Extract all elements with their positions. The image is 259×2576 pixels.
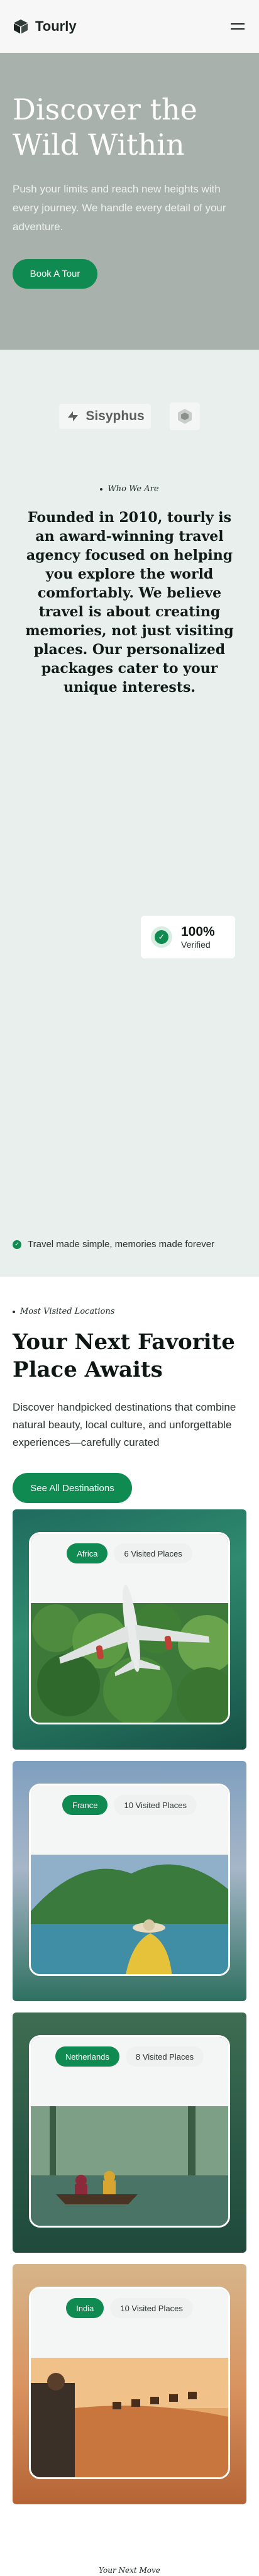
destinations-eyebrow: Most Visited Locations (13, 1307, 114, 1316)
partner-sisyphus: Sisyphus (59, 404, 151, 429)
destinations-section: Most Visited Locations Your Next Favorit… (0, 1277, 259, 2576)
verified-label: Verified (181, 940, 211, 950)
brand-logo[interactable]: Tourly (13, 18, 77, 35)
tagline-text: Travel made simple, memories made foreve… (28, 1239, 215, 1250)
about-tagline: ✓ Travel made simple, memories made fore… (13, 1239, 214, 1250)
bullet-dot (13, 1310, 15, 1313)
card-tags: Netherlands 8 Visited Places (13, 2046, 246, 2067)
hamburger-menu-icon[interactable] (229, 20, 246, 33)
destination-card-india[interactable]: India 10 Visited Places (13, 2264, 246, 2504)
eyebrow-label: Who We Are (107, 484, 159, 494)
visited-places-pill: 6 Visited Places (114, 1543, 192, 1563)
visited-places-pill: 10 Visited Places (114, 1795, 197, 1815)
about-eyebrow: Who We Are (0, 484, 259, 494)
card-tags: Africa 6 Visited Places (13, 1543, 246, 1563)
country-pill: India (66, 2298, 104, 2318)
next-section-eyebrow: Your Next Move (0, 2566, 259, 2575)
eyebrow-label: Most Visited Locations (20, 1307, 115, 1316)
hero-title: Discover the Wild Within (13, 92, 197, 162)
partner-hexagon (169, 402, 200, 430)
site-header: Tourly (0, 0, 259, 53)
destinations-description: Discover handpicked destinations that co… (13, 1401, 236, 1448)
destination-card-netherlands[interactable]: Netherlands 8 Visited Places (13, 2012, 246, 2253)
hero-description: Push your limits and reach new heights w… (13, 183, 226, 233)
cube-logo-icon (14, 19, 28, 34)
destinations-title: Your Next Favorite Place Awaits (13, 1330, 235, 1382)
destination-card-france[interactable]: France 10 Visited Places (13, 1761, 246, 2001)
bullet-dot (100, 487, 103, 491)
partner-logos: Sisyphus (0, 402, 259, 430)
card-tags: India 10 Visited Places (13, 2298, 246, 2318)
check-icon: ✓ (13, 1240, 21, 1249)
see-all-destinations-button[interactable]: See All Destinations (13, 1473, 132, 1503)
country-pill: Netherlands (55, 2046, 119, 2067)
sisyphus-logo-icon (68, 411, 79, 421)
visited-places-pill: 10 Visited Places (110, 2298, 193, 2318)
about-statement: Founded in 2010, tourly is an award-winn… (25, 509, 234, 696)
destination-card-africa[interactable]: Africa 6 Visited Places (13, 1509, 246, 1750)
eyebrow-label: Your Next Move (99, 2566, 160, 2575)
verified-value: 100% (181, 924, 215, 939)
partner-name: Sisyphus (85, 409, 145, 423)
hexagon-logo-icon (177, 409, 192, 424)
card-tags: France 10 Visited Places (13, 1795, 246, 1815)
visited-places-pill: 8 Visited Places (125, 2046, 204, 2067)
hero-section: Discover the Wild Within Push your limit… (0, 53, 259, 350)
country-pill: France (62, 1795, 108, 1815)
country-pill: Africa (67, 1543, 108, 1563)
brand-name: Tourly (35, 18, 77, 34)
about-section: Sisyphus Who We Are Founded in 2010, tou… (0, 350, 259, 1277)
verified-check-icon: ✓ (151, 926, 172, 948)
book-tour-button[interactable]: Book A Tour (13, 259, 97, 289)
verified-badge-card: ✓ 100% Verified (141, 916, 235, 958)
